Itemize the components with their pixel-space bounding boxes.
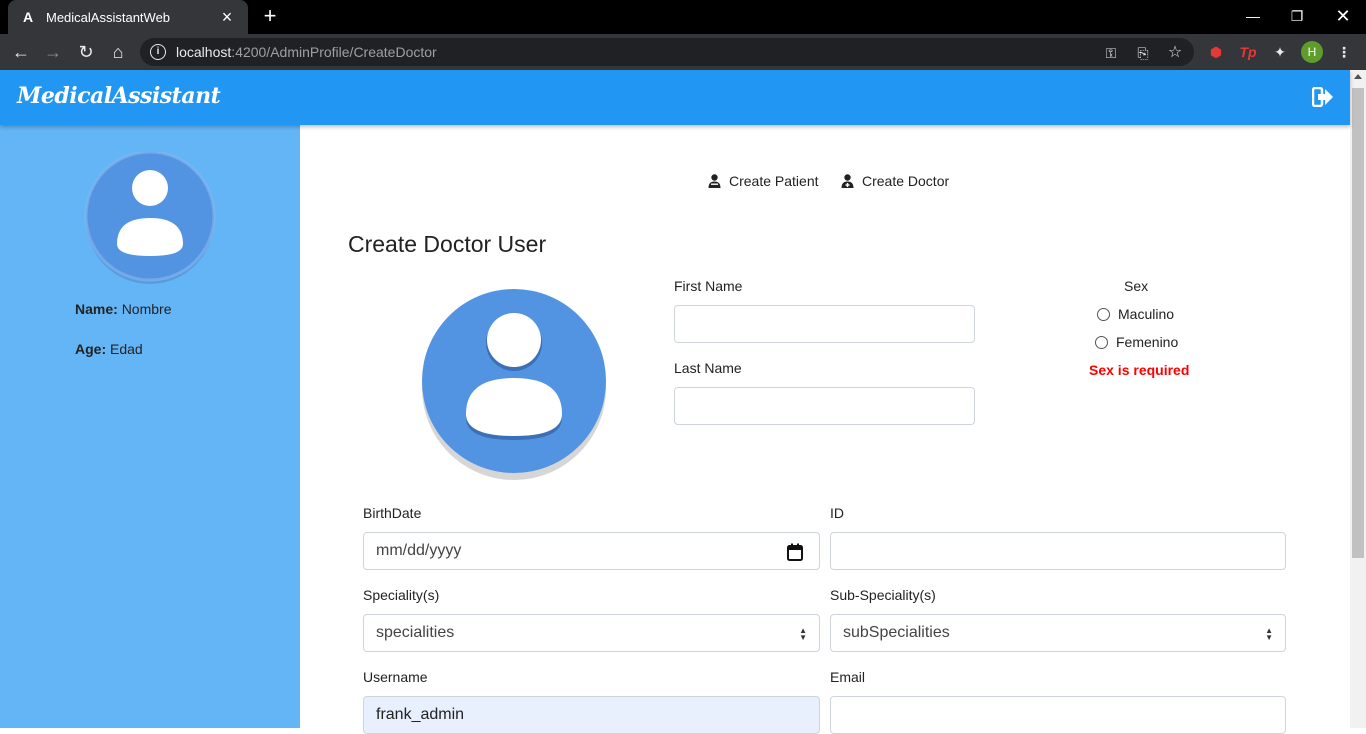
email-field[interactable] <box>830 696 1286 734</box>
user-doctor-icon <box>841 174 854 188</box>
id-label: ID <box>830 505 844 521</box>
create-doctor-label: Create Doctor <box>862 173 950 189</box>
key-icon[interactable]: ⚿ <box>1102 44 1120 62</box>
speciality-label: Speciality(s) <box>363 587 440 603</box>
profile-avatar[interactable]: H <box>1301 41 1323 63</box>
browser-tab[interactable]: A MedicalAssistantWeb × <box>8 0 248 34</box>
sex-error-message: Sex is required <box>1089 362 1190 378</box>
birthdate-placeholder: mm/dd/yyyy <box>376 542 462 559</box>
subspeciality-select[interactable]: subSpecialities ▲ ▼ <box>830 614 1286 652</box>
radio-male[interactable] <box>1097 307 1110 321</box>
username-field[interactable]: frank_admin <box>363 696 820 734</box>
radio-female[interactable] <box>1095 335 1108 349</box>
speciality-selected-value: specialities <box>376 624 455 641</box>
brand-logo[interactable]: MedicalAssistant <box>17 83 221 109</box>
scrollbar-thumb[interactable] <box>1352 88 1364 558</box>
name-label: Name: <box>75 301 118 317</box>
back-icon[interactable]: ← <box>8 39 34 65</box>
id-field[interactable] <box>830 532 1286 570</box>
user-injured-icon <box>708 174 721 188</box>
birthdate-field[interactable]: mm/dd/yyyy <box>363 532 820 570</box>
last-name-label: Last Name <box>674 360 742 376</box>
new-tab-button[interactable]: + <box>258 4 282 28</box>
tab-close-icon[interactable]: × <box>218 7 236 28</box>
last-name-field[interactable] <box>674 387 975 425</box>
age-label: Age: <box>75 341 107 357</box>
speciality-select[interactable]: specialities ▲ ▼ <box>363 614 820 652</box>
subspeciality-selected-value: subSpecialities <box>843 624 950 641</box>
bookmark-star-icon[interactable]: ☆ <box>1166 44 1184 62</box>
restore-icon[interactable]: ❐ <box>1285 4 1309 28</box>
age-value: Edad <box>110 341 143 357</box>
url-host: localhost <box>176 44 232 60</box>
window-close-icon[interactable]: ✕ <box>1331 4 1355 28</box>
tp-extension-icon[interactable]: Tp <box>1238 42 1258 62</box>
tab-create-doctor[interactable]: Create Doctor <box>841 173 949 189</box>
forward-icon[interactable]: → <box>40 39 66 65</box>
extensions-puzzle-icon[interactable]: ✦ <box>1270 42 1290 62</box>
profile-sidebar: Name: Nombre Age: Edad <box>0 125 300 728</box>
browser-toolbar: ← → ↻ ⌂ i localhost:4200/AdminProfile/Cr… <box>0 34 1366 70</box>
app-header: MedicalAssistant <box>0 70 1350 125</box>
browser-tab-bar: A MedicalAssistantWeb × + — ❐ ✕ <box>0 0 1366 34</box>
angular-favicon-icon: A <box>22 9 34 25</box>
adblock-extension-icon[interactable]: ⬢ <box>1206 42 1226 62</box>
first-name-label: First Name <box>674 278 743 294</box>
sex-option-male[interactable]: Maculino <box>1097 306 1174 322</box>
main-content: Create Patient Create Doctor Create Doct… <box>300 125 1350 734</box>
user-avatar-icon <box>84 152 216 284</box>
translate-icon[interactable]: ⎘ <box>1134 44 1152 62</box>
create-patient-label: Create Patient <box>729 173 819 189</box>
site-info-icon[interactable]: i <box>150 44 166 60</box>
sidebar-name: Name: Nombre <box>75 301 171 317</box>
select-arrows-icon: ▲ ▼ <box>799 626 807 642</box>
select-arrows-icon: ▲ ▼ <box>1265 626 1273 642</box>
address-bar[interactable]: i localhost:4200/AdminProfile/CreateDoct… <box>140 38 1194 66</box>
calendar-icon[interactable] <box>787 543 803 561</box>
radio-female-label: Femenino <box>1116 334 1179 350</box>
first-name-field[interactable] <box>674 305 975 343</box>
sex-option-female[interactable]: Femenino <box>1095 334 1178 350</box>
username-value: frank_admin <box>376 706 465 723</box>
reload-icon[interactable]: ↻ <box>73 39 99 65</box>
email-label: Email <box>830 669 866 685</box>
name-value: Nombre <box>121 301 172 317</box>
logout-icon[interactable] <box>1312 87 1334 107</box>
scroll-up-arrow-icon[interactable] <box>1354 74 1362 79</box>
username-label: Username <box>363 669 428 685</box>
sex-label: Sex <box>1124 278 1149 294</box>
page-title: Create Doctor User <box>348 231 547 257</box>
radio-male-label: Maculino <box>1118 306 1175 322</box>
tab-title: MedicalAssistantWeb <box>46 9 171 25</box>
minimize-icon[interactable]: — <box>1241 4 1265 28</box>
browser-menu-icon[interactable]: ⋮ <box>1334 42 1354 62</box>
tab-create-patient[interactable]: Create Patient <box>708 173 819 189</box>
sidebar-age: Age: Edad <box>75 341 143 357</box>
birthdate-label: BirthDate <box>363 505 422 521</box>
subspeciality-label: Sub-Speciality(s) <box>830 587 936 603</box>
url-path: :4200/AdminProfile/CreateDoctor <box>231 44 437 60</box>
home-icon[interactable]: ⌂ <box>105 39 131 65</box>
doctor-photo-placeholder-icon[interactable] <box>420 288 608 482</box>
page-scrollbar[interactable] <box>1350 70 1366 728</box>
